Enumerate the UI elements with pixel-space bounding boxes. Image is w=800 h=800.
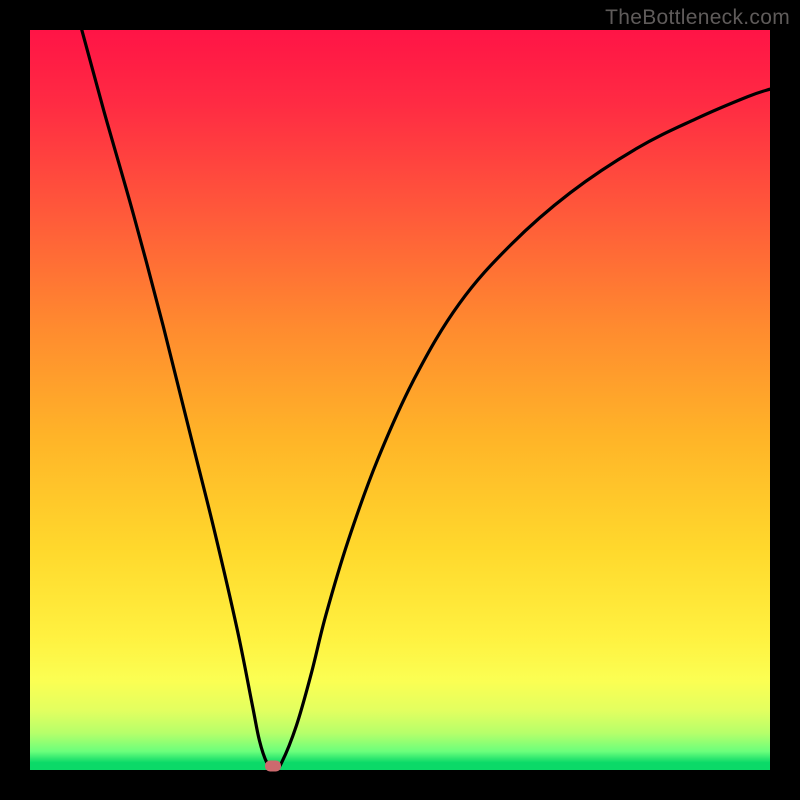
chart-curve-layer xyxy=(30,30,770,770)
chart-plot-area xyxy=(30,30,770,770)
chart-curve xyxy=(82,30,770,770)
watermark-label: TheBottleneck.com xyxy=(605,6,790,30)
chart-frame: TheBottleneck.com xyxy=(0,0,800,800)
